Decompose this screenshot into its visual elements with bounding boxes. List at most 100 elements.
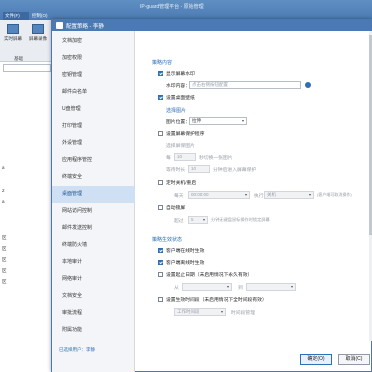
minutes-enter-label: 分钟后进入屏幕保护 — [213, 168, 257, 173]
watermark-content-label: 水印内容： — [166, 84, 190, 89]
chevron-down-icon — [291, 286, 293, 288]
realtime-screen-button[interactable]: 实时屏幕 — [2, 22, 24, 44]
set-wallpaper-checkbox[interactable] — [158, 95, 163, 100]
set-screensaver-checkbox[interactable] — [158, 131, 163, 136]
idle-minutes-stepper[interactable]: 5 — [188, 216, 208, 224]
seconds-switch-label: 秒切换一张图片 — [199, 156, 233, 161]
nav-item-encryption-permission[interactable]: 加密权限 — [52, 50, 135, 67]
background-titlebar: IP-guard管理平台 - 原始管理 文件(F) 控制(O) — [0, 0, 372, 20]
menu-tab-file[interactable]: 文件(F) — [3, 12, 29, 20]
nav-item-terminal-firewall[interactable]: 终端防火墙 — [52, 237, 135, 254]
set-wallpaper-label: 设置桌面壁纸 — [166, 96, 195, 101]
dialog-titlebar: 配置策略 - 李静 — [52, 20, 371, 31]
nav-item-app-control[interactable]: 应用程序管控 — [52, 152, 135, 169]
nav-item-mail-send-control[interactable]: 邮件发送控制 — [52, 220, 135, 237]
recording-icon — [32, 24, 44, 34]
policy-nav: 文档加密 加密权限 密钥管理 邮件白名单 U盘管理 打印管理 外设管理 应用程序… — [52, 31, 135, 372]
auto-lock-label: 自动锁屏 — [166, 206, 186, 211]
nav-item-ancillary-functions[interactable]: 附属功能 — [52, 322, 135, 339]
daily-time-select[interactable]: 00:00:00 — [188, 191, 250, 199]
time-period-value: 工作时间段 — [177, 309, 200, 314]
nav-item-doc-encryption[interactable]: 文档加密 — [52, 33, 135, 50]
date-to-label: 到 — [238, 286, 243, 291]
nav-item-usb-management[interactable]: U盘管理 — [52, 101, 135, 118]
realtime-screen-label: 实时屏幕 — [4, 36, 22, 41]
client-online-label: 客户端在线时生效 — [166, 249, 205, 254]
client-offline-label: 客户端离线时生效 — [166, 261, 205, 266]
every-label: 每 — [166, 156, 171, 161]
idle-minutes-value: 5 — [191, 217, 194, 222]
execute-value: 关机 — [267, 192, 276, 197]
client-offline-checkbox[interactable] — [158, 260, 163, 265]
date-from-select[interactable] — [182, 283, 232, 291]
nav-item-desktop-management[interactable]: 桌面管理 — [52, 186, 135, 203]
background-sidebar — [0, 62, 55, 372]
auto-lock-checkbox[interactable] — [158, 205, 163, 210]
sidebar-row[interactable]: 区 — [2, 279, 7, 285]
image-position-label: 图片位置： — [166, 120, 190, 125]
every-seconds-input[interactable]: 10 — [174, 153, 196, 161]
background-search-input[interactable] — [3, 64, 51, 72]
sidebar-row[interactable]: a — [2, 199, 5, 204]
section-effective-status: 策略生效状态 — [152, 237, 183, 243]
chevron-down-icon — [245, 194, 247, 196]
show-watermark-checkbox[interactable] — [158, 71, 163, 76]
nav-item-document-security[interactable]: 文档安全 — [52, 288, 135, 305]
date-from-label: 从 — [174, 286, 179, 291]
idle-suffix: 分钟无键盘鼠标操作时锁定屏幕 — [211, 217, 270, 222]
screen-recording-button[interactable]: 屏幕录像 — [27, 22, 49, 44]
nav-item-mail-whitelist[interactable]: 邮件白名单 — [52, 84, 135, 101]
policy-icon — [56, 22, 63, 29]
client-online-checkbox[interactable] — [158, 248, 163, 253]
show-watermark-label: 显示屏幕水印 — [166, 72, 195, 77]
chevron-down-icon — [227, 286, 229, 288]
scheduled-shutdown-checkbox[interactable] — [158, 180, 163, 185]
chevron-down-icon — [221, 311, 223, 313]
set-effective-time-checkbox[interactable] — [158, 297, 163, 302]
sidebar-row[interactable]: 区 — [2, 257, 7, 263]
chevron-down-icon — [309, 194, 311, 196]
sidebar-row[interactable]: a — [2, 165, 5, 170]
search-group-label: 基础 — [14, 56, 23, 61]
image-position-select[interactable]: 拉伸 — [189, 117, 247, 125]
nav-item-website-access[interactable]: 网站访问控制 — [52, 203, 135, 220]
sidebar-row[interactable]: 区 — [2, 235, 7, 241]
set-effective-date-label: 设置起止日期（未启用情况下永久有效） — [166, 273, 253, 278]
ok-button[interactable]: 确定(O) — [300, 354, 332, 365]
execute-select[interactable]: 关机 — [264, 191, 314, 199]
sidebar-row[interactable]: 区 — [2, 268, 7, 274]
daily-time-value: 00:00:00 — [191, 192, 209, 197]
sidebar-row[interactable]: 2 — [2, 188, 5, 193]
daily-label: 每天 — [174, 194, 184, 199]
date-to-select[interactable] — [246, 283, 296, 291]
section-policy-content: 策略内容 — [152, 60, 173, 66]
nav-item-local-audit[interactable]: 本地审计 — [52, 254, 135, 271]
time-period-management-link[interactable]: 时间段管理 — [231, 309, 255, 316]
scheduled-shutdown-label: 定时关机/重启 — [166, 181, 197, 186]
policy-content: 策略内容 显示屏幕水印 水印内容： 点击右侧按钮配置 设置桌面壁纸 选择图片 图… — [136, 31, 371, 341]
nav-item-terminal-security[interactable]: 终端安全 — [52, 169, 135, 186]
execute-label: 执行 — [254, 194, 264, 199]
sidebar-row[interactable]: 区 — [2, 246, 7, 252]
background-app-title: IP-guard管理平台 - 原始管理 — [140, 4, 204, 10]
choose-image-head: 选择图片 — [166, 108, 187, 114]
nav-item-approval-flow[interactable]: 审批流程 — [52, 305, 135, 322]
dialog-title: 配置策略 - 李静 — [66, 24, 104, 30]
image-position-value: 拉伸 — [192, 118, 201, 123]
cancel-button[interactable]: 取消(C) — [338, 354, 370, 365]
wait-minutes-input[interactable]: 10 — [188, 165, 210, 173]
nav-item-peripheral-management[interactable]: 外设管理 — [52, 135, 135, 152]
gear-icon[interactable] — [305, 82, 311, 88]
watermark-content-input[interactable]: 点击右侧按钮配置 — [189, 81, 301, 89]
wait-label: 等待时长 — [166, 168, 186, 173]
nav-item-network-audit[interactable]: 网络审计 — [52, 271, 135, 288]
idle-label: 超过 — [174, 219, 184, 224]
execute-suffix: (客户端可取消操作) — [317, 192, 352, 197]
set-effective-time-label: 设置生效时间段（未启用情况下全时间段有效） — [166, 298, 267, 303]
nav-item-key-management[interactable]: 密钥管理 — [52, 67, 135, 84]
choose-screensaver-head: 选择屏保图片 — [166, 144, 195, 149]
screen-recording-label: 屏幕录像 — [29, 36, 47, 41]
time-period-select[interactable]: 工作时间段 — [174, 308, 226, 316]
set-effective-date-checkbox[interactable] — [158, 272, 163, 277]
nav-item-print-management[interactable]: 打印管理 — [52, 118, 135, 135]
